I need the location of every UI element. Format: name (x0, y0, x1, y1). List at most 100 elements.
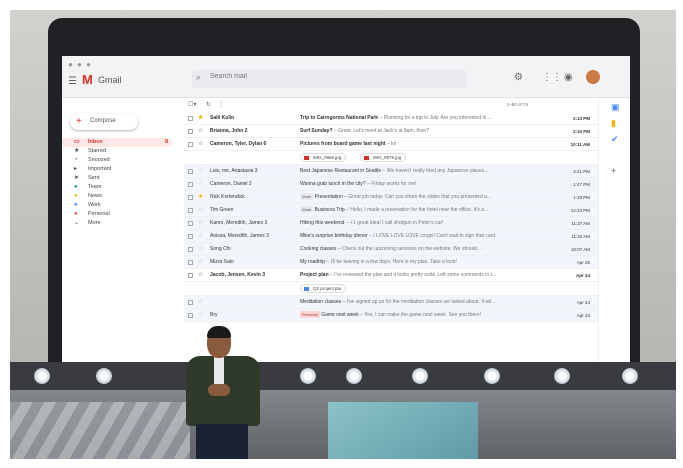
sidebar-item-label: Sent (88, 175, 100, 181)
star-icon[interactable]: ★ (198, 191, 203, 203)
sidebar-nav: ▭ Inbox 8 ★ Starred ◔ Snoozed ▸ Important ➤ Se… (62, 138, 184, 228)
gmail-logo-icon: M (82, 72, 93, 87)
row-checkbox[interactable] (188, 142, 193, 147)
attachment-chip[interactable]: IMG_0956.jpg (300, 153, 347, 162)
menu-icon[interactable]: ☰ (68, 76, 77, 87)
email-sender: Mizra Sato (210, 259, 234, 265)
settings-icon[interactable]: ⚙ (514, 72, 523, 83)
row-checkbox[interactable] (188, 273, 193, 278)
sidebar-item-news[interactable]: ● News (62, 192, 184, 201)
attachment-chip[interactable]: Q2 project pla (300, 284, 347, 293)
search-input[interactable] (210, 73, 450, 80)
row-checkbox[interactable] (188, 260, 193, 265)
star-icon[interactable]: ★ (198, 112, 203, 124)
star-icon[interactable]: ☆ (198, 309, 203, 321)
row-checkbox[interactable] (188, 182, 193, 187)
subject-text: Mike's surprise birthday dinner (300, 233, 368, 239)
star-icon[interactable]: ☆ (198, 296, 203, 308)
star-icon[interactable]: ☆ (198, 165, 203, 177)
keep-icon[interactable]: ▮ (611, 118, 616, 129)
table-row[interactable]: ☆ Tim Green Work Business Trip – Hello, I … (184, 204, 598, 217)
search-bar[interactable]: ⌕ (192, 70, 467, 88)
email-subject: Meditation classes – I've signed up us f… (300, 296, 550, 308)
email-time: Apr 24 (575, 273, 590, 278)
star-icon[interactable]: ☆ (198, 230, 203, 242)
sidebar-item-label: Inbox (88, 139, 103, 145)
star-icon: ★ (74, 148, 80, 154)
email-subject: Surf Sunday? – Great. Let's meet at Jack… (300, 125, 550, 137)
row-checkbox[interactable] (188, 169, 193, 174)
snippet-text: – +1 great idea! I call shotgun in Peter… (344, 220, 444, 226)
sidebar-item-important[interactable]: ▸ Important (62, 165, 184, 174)
table-row[interactable]: ☆ Bry Personal Game next week – Yes, I can… (184, 309, 598, 322)
row-checkbox[interactable] (188, 247, 193, 252)
email-sender: Bry (210, 312, 218, 318)
star-icon[interactable]: ☆ (198, 204, 203, 216)
table-row[interactable]: ☆ Mizra Sato My roadtrip – I'll be leaving… (184, 256, 598, 269)
table-row[interactable]: ★ Nick Kortendick Work Presentation – Grea… (184, 191, 598, 204)
row-checkbox[interactable] (188, 195, 193, 200)
table-row[interactable]: ☆ Brianna, John 2 Surf Sunday? – Great. Le… (184, 125, 598, 138)
calendar-icon[interactable]: ▣ (611, 102, 620, 113)
subject-text: Meditation classes (300, 299, 342, 305)
label-badge[interactable]: Work (300, 206, 314, 213)
subject-text: Best Japanese Restaurant in Seattle (300, 168, 382, 174)
row-checkbox[interactable] (188, 300, 193, 305)
label-badge[interactable]: Personal (300, 311, 320, 318)
search-icon[interactable]: ⌕ (196, 72, 201, 83)
star-icon[interactable]: ☆ (198, 217, 203, 229)
label-icon: ● (74, 202, 78, 208)
sidebar-item-starred[interactable]: ★ Starred (62, 147, 184, 156)
email-time: 2:13 PM (572, 116, 590, 121)
attachment-chip[interactable]: IMG_0976.jpg (360, 153, 407, 162)
chevron-down-icon: ⌄ (74, 220, 80, 226)
row-checkbox[interactable] (188, 234, 193, 239)
row-checkbox[interactable] (188, 208, 193, 213)
window-controls[interactable]: ● ● ● (68, 60, 92, 69)
subject-text: Presentation (314, 194, 343, 200)
table-row[interactable]: ☆ Song Chi Cooking classes – Check out the… (184, 243, 598, 256)
table-row[interactable]: ☆ Luis, me, Anastasia 3 Best Japanese Rest… (184, 165, 598, 178)
email-subject: Mike's surprise birthday dinner – I LOVE… (300, 230, 550, 242)
row-checkbox[interactable] (188, 221, 193, 226)
star-icon[interactable]: ☆ (198, 256, 203, 268)
compose-button[interactable]: + Compose (70, 114, 138, 130)
apps-icon[interactable]: ⋮⋮ (542, 72, 562, 83)
sidebar-item-snoozed[interactable]: ◔ Snoozed (62, 156, 184, 165)
table-row[interactable]: ☆ Karen, Meredith, James 3 Hiking this wee… (184, 217, 598, 230)
subject-text: Trip to Cairngorms National Park (300, 115, 379, 121)
star-icon[interactable]: ☆ (198, 243, 203, 255)
star-icon[interactable]: ☆ (198, 178, 203, 190)
gmail-screen: ● ● ● ☰ M Gmail ⌕ ⚙ ⋮⋮ ◉ + Compose ▭ Inbo… (62, 56, 630, 368)
sidebar-item-team[interactable]: ● Team (62, 183, 184, 192)
table-row[interactable]: ☆ Jacob, Jensen, Kevin 3 Project plan – I'… (184, 269, 598, 282)
table-row[interactable]: ☆ Cameron, Tyler, Dylan 6 Pictures from bo… (184, 138, 598, 151)
table-row[interactable]: ☆ Meditation classes – I've signed up us … (184, 296, 598, 309)
more-icon[interactable]: ⋮ (218, 101, 224, 108)
row-checkbox[interactable] (188, 129, 193, 134)
table-row[interactable]: ☆ Cameron, Daniel 2 Wanna grab lunch in th… (184, 178, 598, 191)
avatar[interactable] (586, 70, 600, 84)
refresh-icon[interactable]: ↻ (206, 101, 211, 108)
account-circle-icon[interactable]: ◉ (564, 72, 573, 83)
star-icon[interactable]: ☆ (198, 138, 203, 150)
row-checkbox[interactable] (188, 116, 193, 121)
sidebar-item-inbox[interactable]: ▭ Inbox 8 (62, 138, 172, 147)
select-all-checkbox-icon[interactable]: ☐▾ (188, 101, 196, 108)
star-icon[interactable]: ☆ (198, 269, 203, 281)
label-badge[interactable]: Work (300, 193, 314, 200)
sidebar-item-work[interactable]: ● Work (62, 201, 184, 210)
row-checkbox[interactable] (188, 313, 193, 318)
add-addon-icon[interactable]: + (611, 166, 616, 176)
star-icon[interactable]: ☆ (198, 125, 203, 137)
email-sender: Salil Kulin (210, 115, 235, 121)
sidebar-item-more[interactable]: ⌄ More (62, 219, 184, 228)
sidebar-item-sent[interactable]: ➤ Sent (62, 174, 184, 183)
stage-light (554, 368, 570, 384)
table-row[interactable]: ☆ Anissa, Meredith, James 3 Mike's surpris… (184, 230, 598, 243)
tasks-icon[interactable]: ✔ (611, 134, 619, 145)
label-icon: ● (74, 193, 78, 199)
sidebar-item-label: Personal (88, 211, 110, 217)
sidebar-item-personal[interactable]: ● Personal (62, 210, 184, 219)
table-row[interactable]: ★ Salil Kulin Trip to Cairngorms National … (184, 112, 598, 125)
